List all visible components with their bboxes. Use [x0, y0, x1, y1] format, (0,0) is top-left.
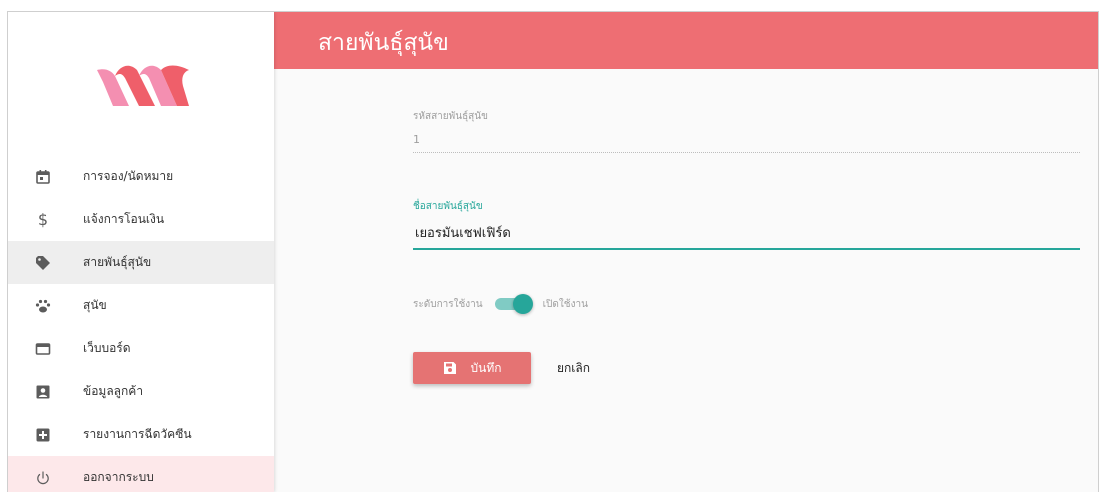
breed-id-label: รหัสสายพันธุ์สุนัข [413, 111, 488, 122]
sidebar-item-label: การจอง/นัดหมาย [83, 169, 174, 183]
status-toggle-row: ระดับการใช้งาน เปิดใช้งาน [413, 292, 588, 316]
sidebar-item-label: ออกจากระบบ [83, 470, 154, 484]
sidebar-item-customers[interactable]: ข้อมูลลูกค้า [8, 370, 274, 413]
save-icon [443, 362, 456, 374]
status-label: ระดับการใช้งาน [413, 298, 483, 310]
status-switch[interactable] [494, 294, 533, 314]
contact-card-icon [33, 382, 53, 402]
sidebar-item-payment[interactable]: $ แจ้งการโอนเงิน [8, 198, 274, 241]
save-button[interactable]: บันทึก [413, 352, 531, 384]
breed-name-label: ชื่อสายพันธุ์สุนัข [413, 201, 483, 212]
sidebar-item-dogs[interactable]: สุนัข [8, 284, 274, 327]
sidebar-item-label: เว็บบอร์ด [83, 341, 131, 355]
sidebar-item-breeds[interactable]: สายพันธุ์สุนัข [8, 241, 274, 284]
breed-name-field: ชื่อสายพันธุ์สุนัข [413, 199, 1080, 250]
sidebar-item-label: แจ้งการโอนเงิน [83, 212, 165, 226]
medical-plus-icon [33, 425, 53, 445]
sidebar-item-webboard[interactable]: เว็บบอร์ด [8, 327, 274, 370]
sidebar-item-label: สายพันธุ์สุนัข [83, 255, 152, 269]
dollar-icon: $ [37, 210, 49, 229]
page-title: สายพันธุ์สุนัข [318, 30, 449, 56]
power-icon [33, 468, 53, 488]
app-window: การจอง/นัดหมาย $ แจ้งการโอนเงิน สายพันธุ… [7, 11, 1099, 492]
sidebar-item-label: สุนัข [83, 298, 107, 312]
sidebar-item-logout[interactable]: ออกจากระบบ [8, 456, 274, 492]
logo [97, 65, 189, 106]
webboard-icon [33, 339, 53, 359]
breed-name-input[interactable] [413, 222, 1080, 250]
sidebar-item-booking[interactable]: การจอง/นัดหมาย [8, 155, 274, 198]
breed-form: รหัสสายพันธุ์สุนัข 1 ชื่อสายพันธุ์สุนัข … [274, 69, 1098, 492]
sidebar: การจอง/นัดหมาย $ แจ้งการโอนเงิน สายพันธุ… [8, 12, 274, 492]
save-button-label: บันทึก [470, 360, 502, 375]
tag-icon [33, 253, 53, 273]
header-bar: สายพันธุ์สุนัข [274, 12, 1098, 69]
breed-id-field: รหัสสายพันธุ์สุนัข 1 [413, 109, 1080, 153]
status-value: เปิดใช้งาน [542, 298, 588, 310]
switch-thumb [512, 294, 533, 314]
paw-icon [33, 296, 53, 316]
sidebar-item-label: ข้อมูลลูกค้า [83, 384, 144, 398]
cancel-button[interactable]: ยกเลิก [557, 352, 590, 384]
sidebar-nav: การจอง/นัดหมาย $ แจ้งการโอนเงิน สายพันธุ… [8, 155, 274, 492]
sidebar-item-vaccine-report[interactable]: รายงานการฉีดวัคซีน [8, 413, 274, 456]
sidebar-item-label: รายงานการฉีดวัคซีน [83, 427, 192, 441]
breed-id-value: 1 [413, 133, 1080, 153]
calendar-icon [33, 167, 53, 187]
